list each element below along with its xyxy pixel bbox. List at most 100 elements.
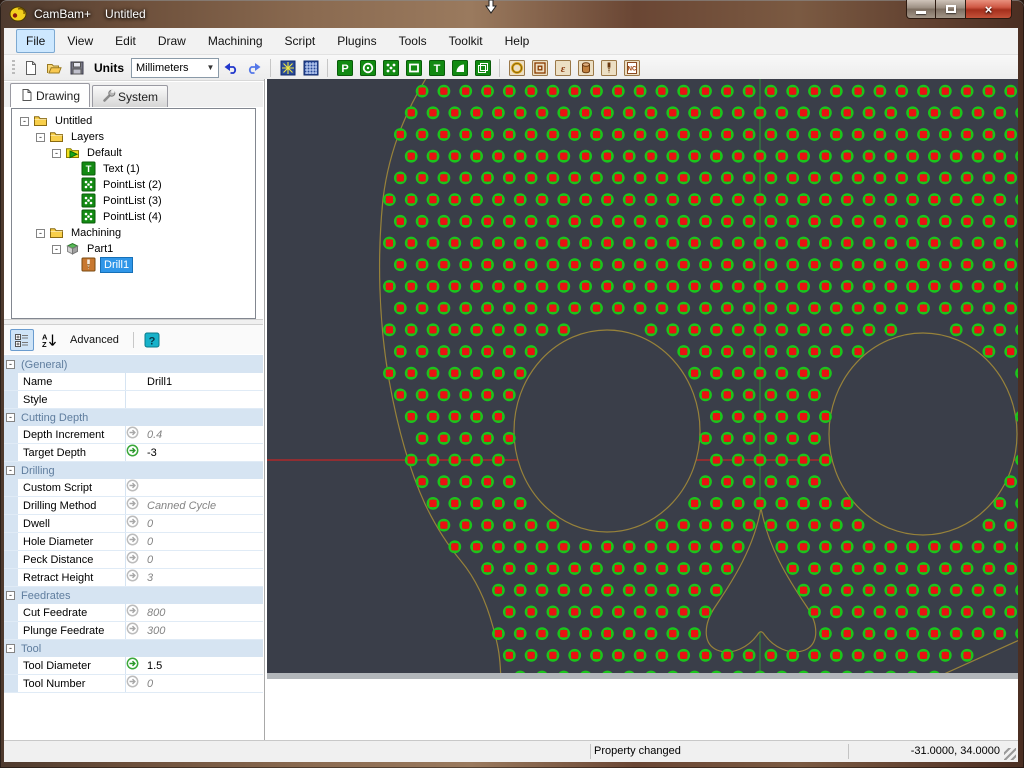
surface-button[interactable] (471, 57, 494, 79)
menu-item-file[interactable]: File (16, 29, 55, 53)
tree-expander[interactable]: - (36, 133, 45, 142)
default-value-icon[interactable] (126, 604, 145, 621)
maximize-button[interactable] (936, 0, 966, 19)
set-value-icon[interactable] (126, 444, 145, 461)
default-value-icon[interactable] (126, 675, 145, 692)
default-value-icon[interactable] (126, 622, 145, 639)
set-value-icon[interactable] (126, 657, 145, 674)
menu-item-view[interactable]: View (57, 29, 103, 53)
property-row-depth-increment[interactable]: Depth Increment0.4 (4, 426, 263, 444)
tree-expander[interactable]: - (52, 149, 61, 158)
category-expander[interactable]: - (6, 413, 15, 422)
profile-button[interactable] (505, 57, 528, 79)
property-row-drilling-method[interactable]: Drilling MethodCanned Cycle (4, 497, 263, 515)
tab-system[interactable]: System (92, 85, 168, 107)
save-button[interactable] (65, 57, 88, 79)
property-row-name[interactable]: NameDrill1 (4, 373, 263, 391)
engrave-button[interactable]: ε (551, 57, 574, 79)
grid-button[interactable] (299, 57, 322, 79)
property-value[interactable]: 300 (145, 622, 263, 639)
property-row-style[interactable]: Style (4, 391, 263, 409)
menu-item-edit[interactable]: Edit (105, 29, 146, 53)
help-button[interactable]: ? (140, 329, 164, 351)
tree-expander[interactable]: - (52, 245, 61, 254)
tree-item-pointlist-2[interactable]: PointList (2) (12, 177, 255, 193)
property-value[interactable]: 0 (145, 551, 263, 568)
property-category-tool[interactable]: -Tool (4, 640, 263, 657)
property-value[interactable]: 3 (145, 569, 263, 586)
property-value[interactable]: Canned Cycle (145, 497, 263, 514)
default-value-icon[interactable] (126, 426, 145, 443)
drill-button[interactable] (597, 57, 620, 79)
units-combobox[interactable]: Millimeters▼ (131, 58, 219, 78)
tree-item-part1[interactable]: -Part1 (12, 241, 255, 257)
pocket-button[interactable] (528, 57, 551, 79)
drawing-tree[interactable]: -Untitled-Layers-DefaultTText (1)PointLi… (11, 108, 256, 319)
property-category-general[interactable]: -(General) (4, 356, 263, 373)
property-row-tool-number[interactable]: Tool Number0 (4, 675, 263, 693)
default-value-icon[interactable] (126, 515, 145, 532)
circle-button[interactable] (356, 57, 379, 79)
tree-expander[interactable]: - (36, 229, 45, 238)
category-expander[interactable]: - (6, 591, 15, 600)
property-value[interactable]: 800 (145, 604, 263, 621)
rectangle-button[interactable] (402, 57, 425, 79)
menu-item-machining[interactable]: Machining (198, 29, 273, 53)
menu-item-toolkit[interactable]: Toolkit (439, 29, 493, 53)
property-value[interactable]: 0 (145, 515, 263, 532)
property-row-target-depth[interactable]: Target Depth-3 (4, 444, 263, 462)
resize-grip[interactable] (1004, 748, 1016, 760)
sort-alphabetical-button[interactable]: AZ (37, 329, 61, 351)
menu-item-tools[interactable]: Tools (389, 29, 437, 53)
property-category-cutting-depth[interactable]: -Cutting Depth (4, 409, 263, 426)
axes-button[interactable] (276, 57, 299, 79)
menu-item-script[interactable]: Script (275, 29, 326, 53)
property-value[interactable]: 0.4 (145, 426, 263, 443)
tab-drawing[interactable]: Drawing (10, 83, 90, 107)
categorized-view-button[interactable] (10, 329, 34, 351)
category-expander[interactable]: - (6, 360, 15, 369)
property-value[interactable]: 0 (145, 675, 263, 692)
polyline-button[interactable]: P (333, 57, 356, 79)
default-value-icon[interactable] (126, 569, 145, 586)
property-row-custom-script[interactable]: Custom Script (4, 479, 263, 497)
tree-item-drill1[interactable]: Drill1 (12, 257, 255, 273)
lathe-button[interactable] (574, 57, 597, 79)
property-value[interactable] (145, 391, 263, 408)
category-expander[interactable]: - (6, 644, 15, 653)
default-value-icon[interactable] (126, 497, 145, 514)
property-value[interactable]: 1.5 (145, 657, 263, 674)
points-button[interactable] (379, 57, 402, 79)
arc-button[interactable] (448, 57, 471, 79)
tree-item-layers[interactable]: -Layers (12, 129, 255, 145)
property-row-hole-diameter[interactable]: Hole Diameter0 (4, 533, 263, 551)
property-category-feedrates[interactable]: -Feedrates (4, 587, 263, 604)
viewport-canvas[interactable] (267, 79, 1018, 673)
tree-item-default[interactable]: -Default (12, 145, 255, 161)
default-value-icon[interactable] (126, 479, 145, 496)
property-value[interactable] (145, 479, 263, 496)
redo-button[interactable] (242, 57, 265, 79)
undo-button[interactable] (219, 57, 242, 79)
close-button[interactable]: × (966, 0, 1012, 19)
property-row-plunge-feedrate[interactable]: Plunge Feedrate300 (4, 622, 263, 640)
tree-item-text-1[interactable]: TText (1) (12, 161, 255, 177)
property-value[interactable]: Drill1 (145, 373, 263, 390)
menu-item-plugins[interactable]: Plugins (327, 29, 386, 53)
new-button[interactable] (19, 57, 42, 79)
property-row-cut-feedrate[interactable]: Cut Feedrate800 (4, 604, 263, 622)
tree-item-untitled[interactable]: -Untitled (12, 113, 255, 129)
tree-item-machining[interactable]: -Machining (12, 225, 255, 241)
menu-item-help[interactable]: Help (495, 29, 540, 53)
property-row-dwell[interactable]: Dwell0 (4, 515, 263, 533)
property-row-retract-height[interactable]: Retract Height3 (4, 569, 263, 587)
default-value-icon[interactable] (126, 533, 145, 550)
property-value[interactable]: -3 (145, 444, 263, 461)
property-value[interactable]: 0 (145, 533, 263, 550)
menu-item-draw[interactable]: Draw (148, 29, 196, 53)
property-row-tool-diameter[interactable]: Tool Diameter1.5 (4, 657, 263, 675)
default-value-icon[interactable] (126, 551, 145, 568)
combo-arrow-icon[interactable]: ▼ (203, 59, 218, 77)
toolbar-grip[interactable] (12, 60, 15, 76)
minimize-button[interactable] (906, 0, 936, 19)
